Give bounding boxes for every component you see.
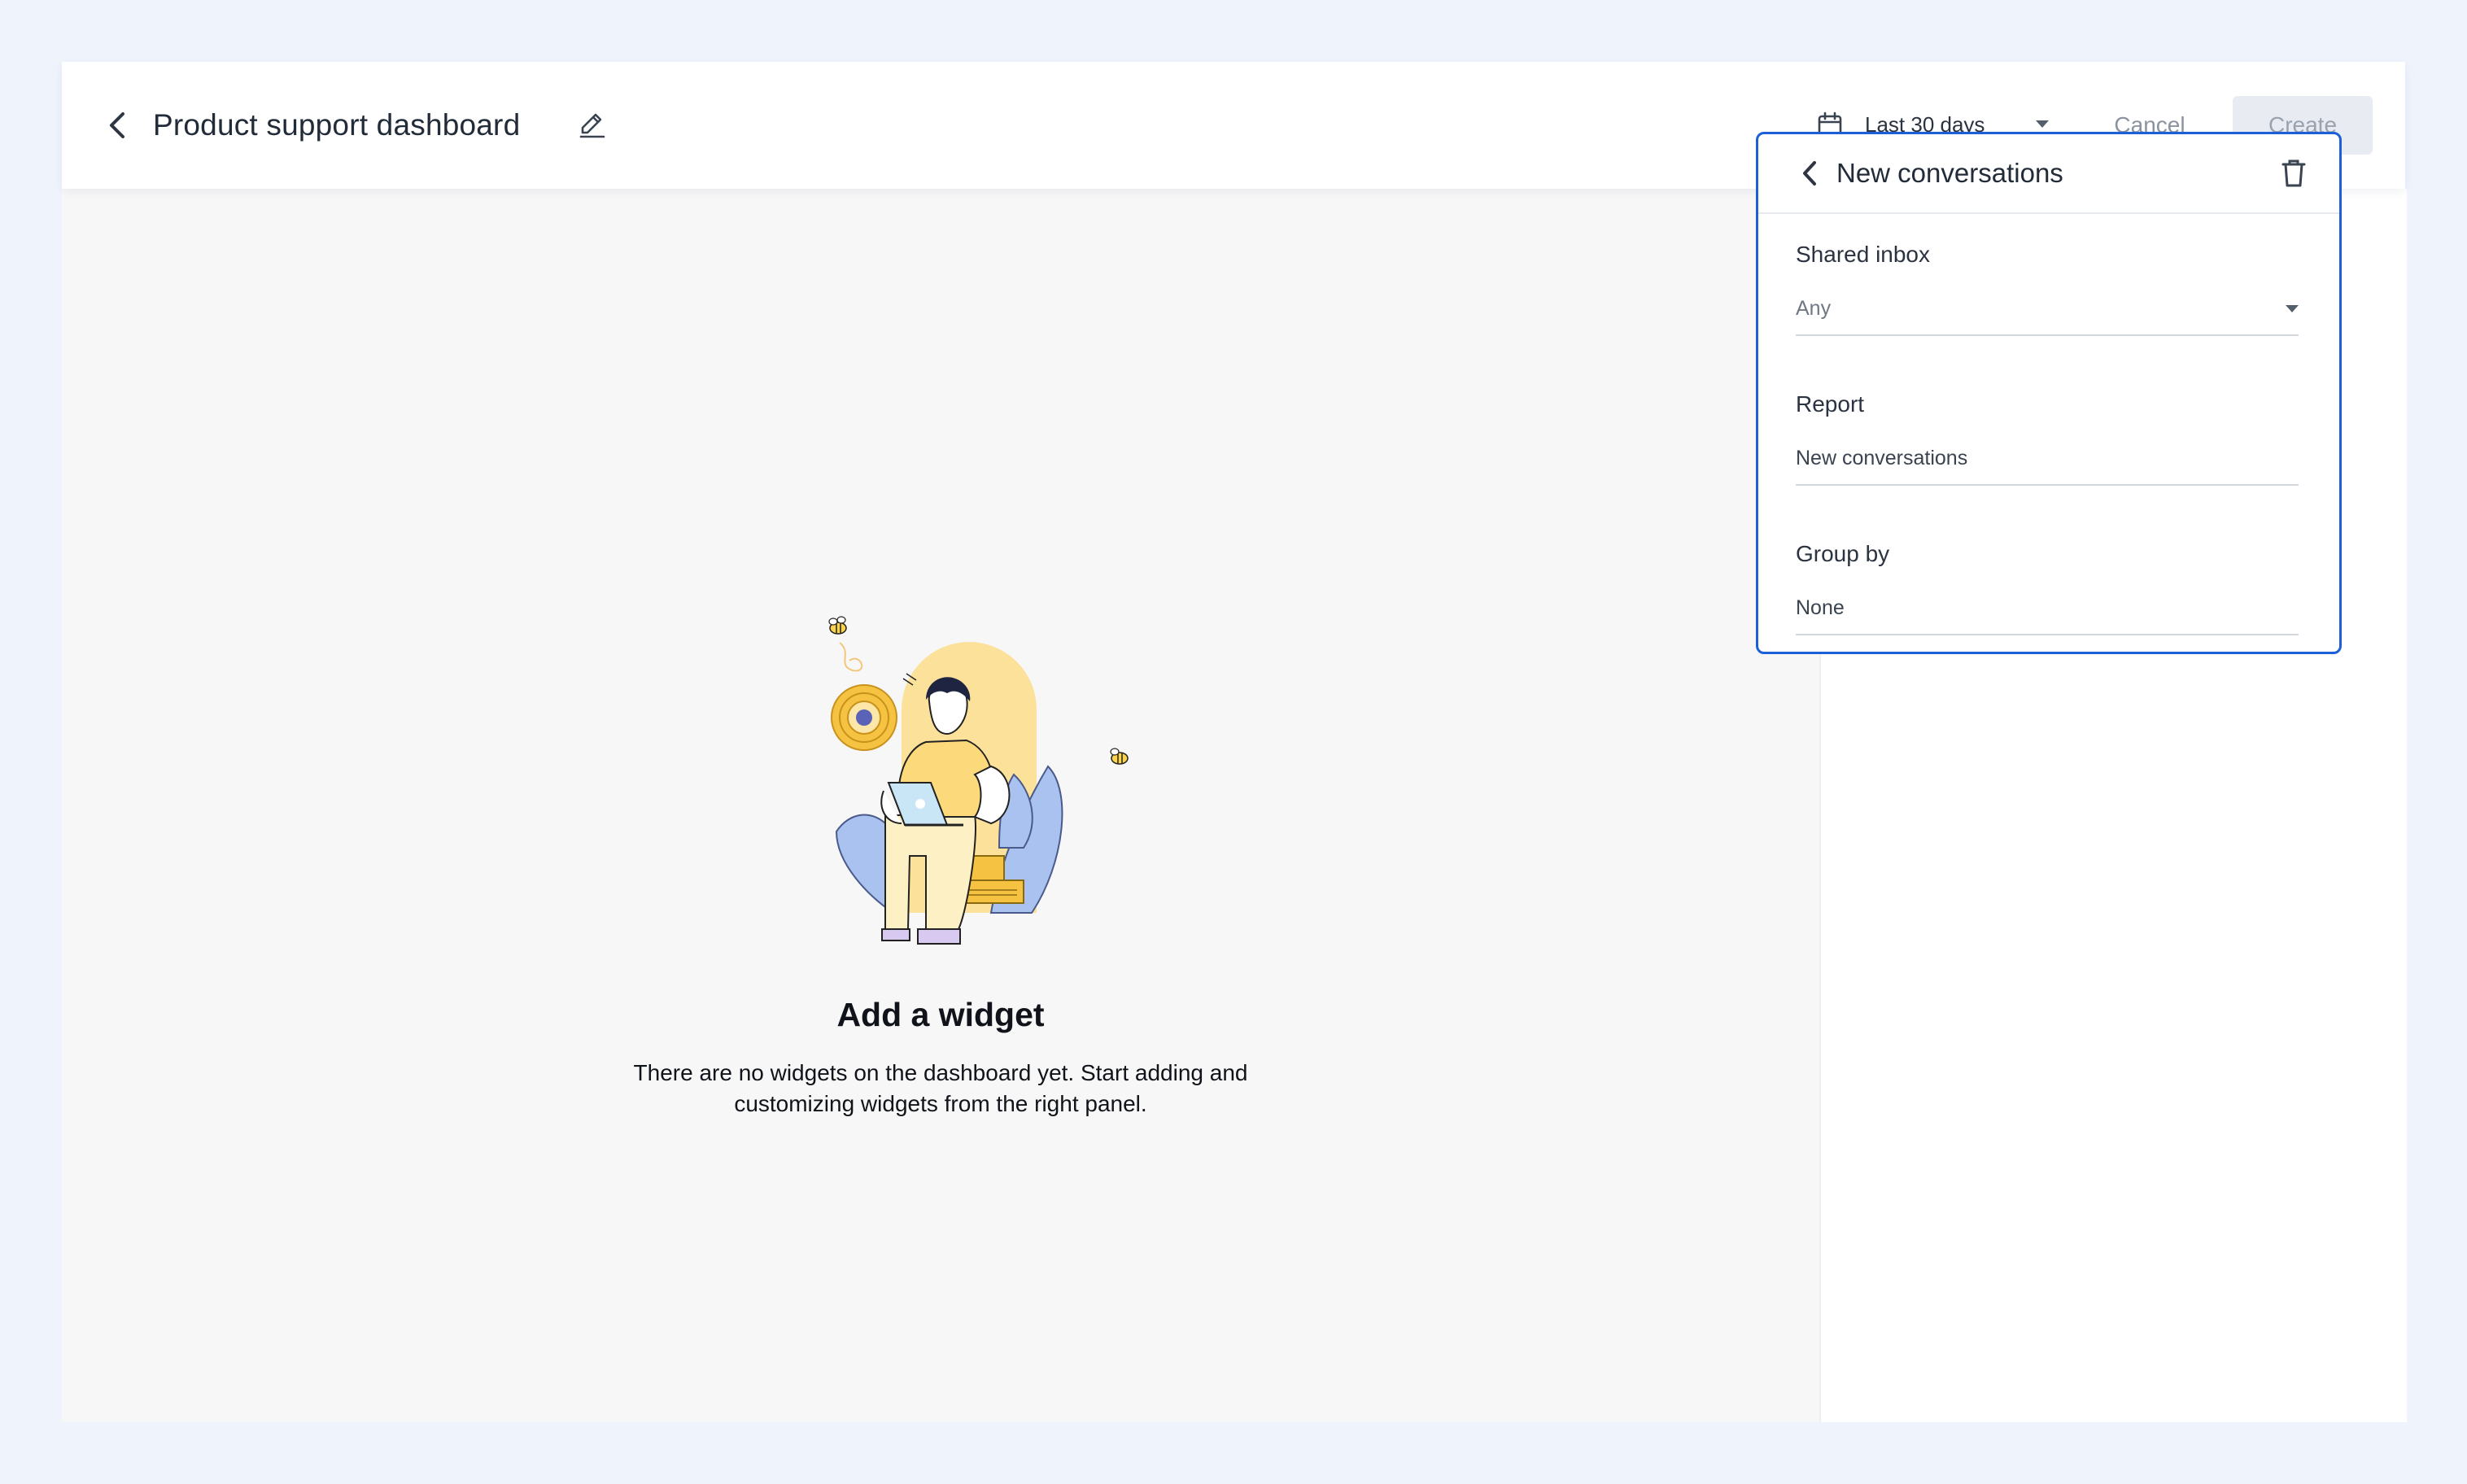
report-field[interactable]: New conversations (1796, 435, 2299, 486)
edit-title-button[interactable] (571, 104, 613, 146)
panel-title: New conversations (1836, 158, 2063, 188)
widget-config-card: New conversations Shared inbox Any Repor… (1756, 132, 2342, 654)
delete-widget-button[interactable] (2273, 152, 2315, 194)
report-value: New conversations (1796, 447, 1968, 469)
panel-back-button[interactable] (1791, 151, 1828, 196)
bee-icon (828, 616, 847, 635)
group-by-field[interactable]: None (1796, 585, 2299, 635)
caret-down-icon (2036, 120, 2049, 128)
bee-icon (1110, 748, 1129, 765)
shared-inbox-select[interactable]: Any (1796, 286, 2299, 336)
shared-inbox-value: Any (1796, 297, 1832, 320)
chevron-left-icon (1803, 161, 1816, 186)
trash-icon (2281, 159, 2306, 187)
panel-header: New conversations (1758, 134, 2339, 214)
group-by-label: Group by (1796, 541, 1890, 566)
back-button[interactable] (94, 99, 140, 151)
dashboard-canvas: Add a widget There are no widgets on the… (62, 189, 1819, 1422)
empty-state-title: Add a widget (836, 996, 1045, 1033)
empty-state-description: There are no widgets on the dashboard ye… (633, 1060, 1248, 1116)
caret-down-icon (2286, 305, 2299, 312)
shared-inbox-label: Shared inbox (1796, 242, 1931, 267)
page-title: Product support dashboard (153, 108, 521, 142)
report-label: Report (1796, 391, 1865, 417)
chevron-left-icon (110, 112, 124, 138)
group-by-value: None (1796, 596, 1845, 619)
pencil-icon (579, 113, 605, 138)
person-with-laptop-illustration (828, 616, 1129, 945)
